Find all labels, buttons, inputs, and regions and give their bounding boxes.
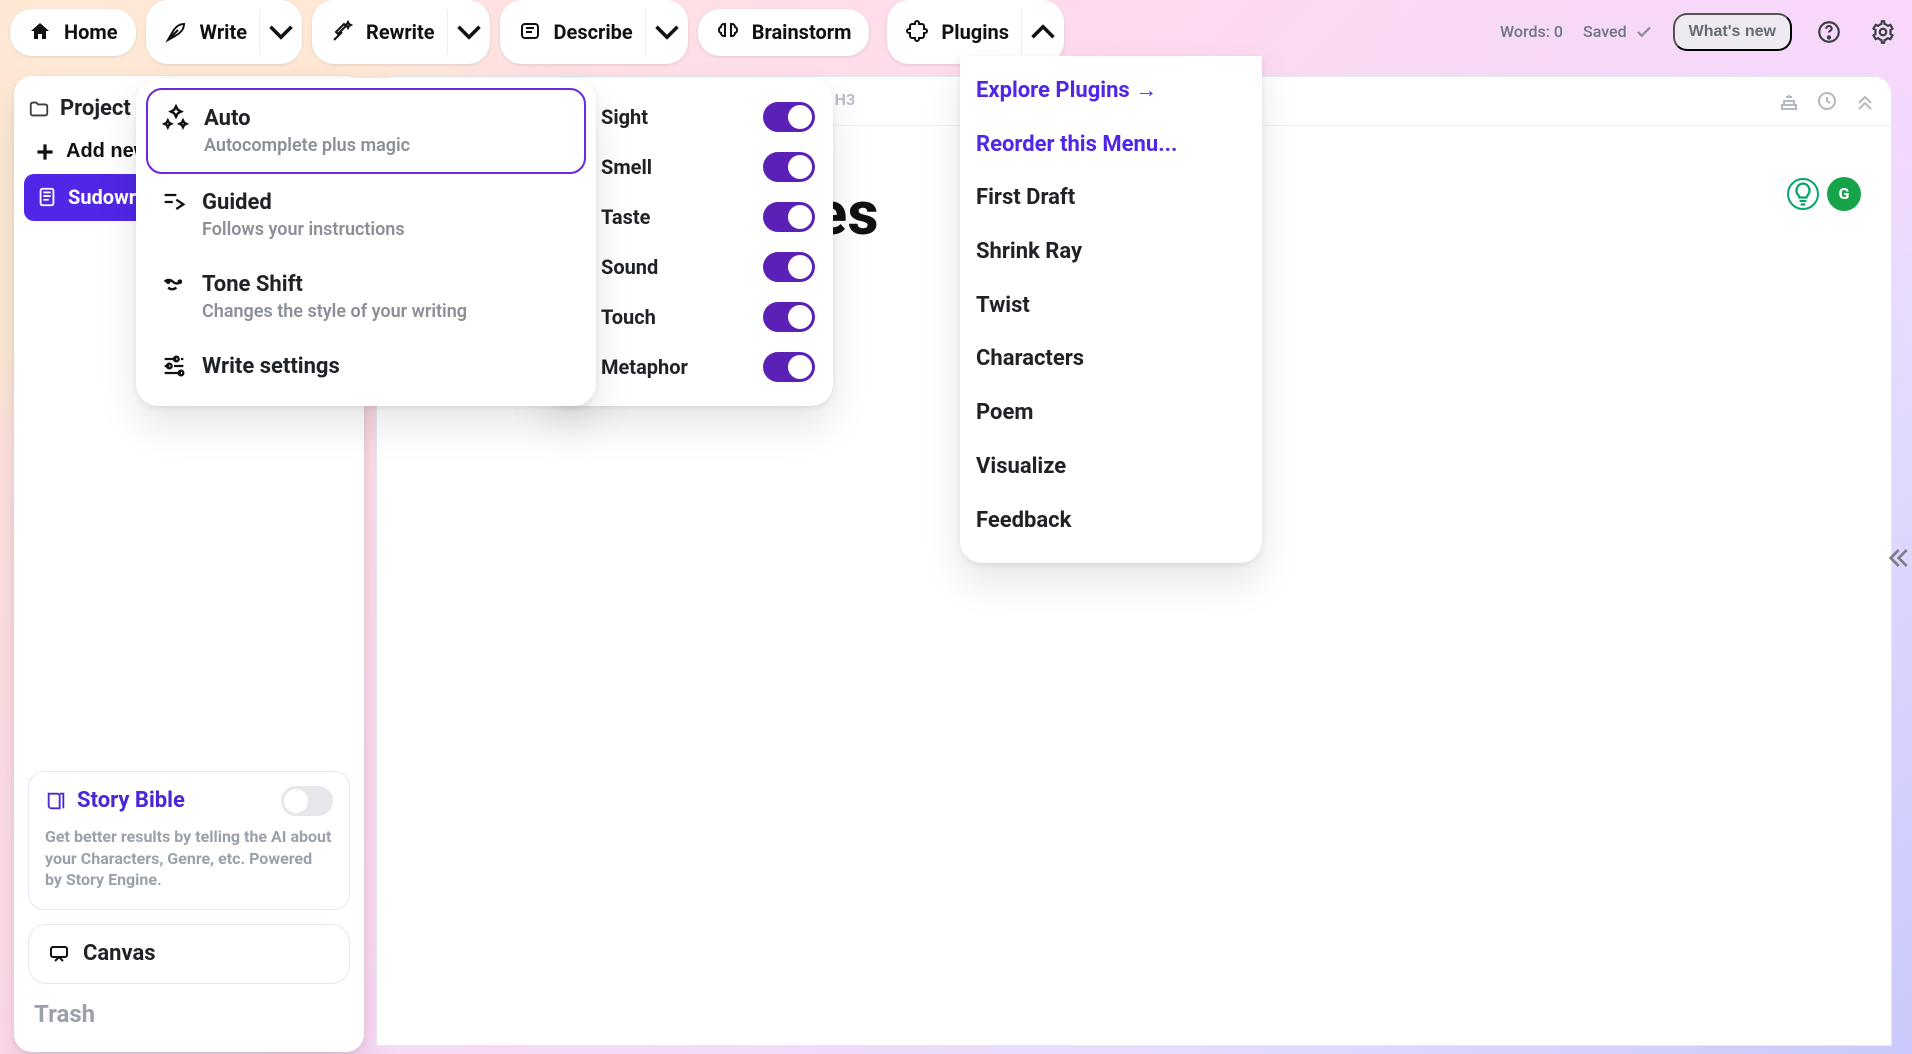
plugin-item[interactable]: Poem bbox=[976, 386, 1246, 440]
feather-icon bbox=[164, 20, 188, 44]
h3-label[interactable]: H3 bbox=[835, 89, 855, 111]
story-bible-title: Story Bible bbox=[77, 786, 185, 816]
sense-row[interactable]: Sight bbox=[559, 92, 819, 142]
plugins-label: Plugins bbox=[941, 19, 1009, 46]
write-chevron[interactable] bbox=[259, 10, 302, 54]
write-menu-item[interactable]: GuidedFollows your instructions bbox=[146, 174, 586, 256]
trash-link[interactable]: Trash bbox=[28, 984, 350, 1044]
sense-row[interactable]: Touch bbox=[559, 292, 819, 342]
write-menu-item[interactable]: AutoAutocomplete plus magic bbox=[146, 88, 586, 174]
write-menu-popover: AutoAutocomplete plus magicGuidedFollows… bbox=[136, 78, 596, 406]
write-item-title: Guided bbox=[202, 188, 405, 218]
explore-plugins-link[interactable]: Explore Plugins → bbox=[976, 64, 1246, 118]
cake-icon[interactable] bbox=[1777, 89, 1801, 113]
saved-label: Saved bbox=[1583, 21, 1627, 43]
write-label: Write bbox=[200, 19, 247, 46]
plus-icon bbox=[32, 139, 58, 165]
sense-toggle[interactable] bbox=[763, 102, 815, 132]
plugin-item[interactable]: Visualize bbox=[976, 440, 1246, 494]
doc-icon bbox=[36, 186, 58, 208]
book-icon bbox=[45, 790, 67, 812]
write-settings-label: Write settings bbox=[202, 352, 340, 382]
brain-icon bbox=[716, 20, 740, 44]
home-label: Home bbox=[64, 19, 118, 46]
whats-new-label: What's new bbox=[1689, 23, 1776, 40]
rewrite-chevron[interactable] bbox=[447, 10, 490, 54]
brainstorm-label: Brainstorm bbox=[752, 19, 852, 46]
write-item-subtitle: Changes the style of your writing bbox=[202, 300, 467, 324]
editor-utility bbox=[1777, 89, 1877, 113]
plugin-item[interactable]: First Draft bbox=[976, 171, 1246, 225]
plugin-item[interactable]: Twist bbox=[976, 279, 1246, 333]
canvas-button[interactable]: Canvas bbox=[28, 924, 350, 984]
story-bible-toggle[interactable] bbox=[281, 786, 333, 816]
sense-label: Touch bbox=[601, 304, 749, 331]
brainstorm-button[interactable]: Brainstorm bbox=[698, 9, 870, 56]
assistant-badges: G bbox=[1787, 177, 1861, 211]
write-settings-item[interactable]: Write settings bbox=[146, 338, 586, 396]
write-item-icon bbox=[162, 104, 190, 132]
rewrite-button[interactable]: Rewrite bbox=[312, 0, 490, 64]
saved-status: Saved bbox=[1583, 21, 1653, 43]
write-item-subtitle: Autocomplete plus magic bbox=[204, 134, 410, 158]
home-icon bbox=[28, 20, 52, 44]
write-item-title: Auto bbox=[204, 104, 410, 134]
plugins-chevron[interactable] bbox=[1021, 10, 1064, 54]
describe-icon bbox=[518, 20, 542, 44]
sense-label: Sound bbox=[601, 254, 749, 281]
home-button[interactable]: Home bbox=[10, 9, 136, 56]
write-menu-item[interactable]: Tone ShiftChanges the style of your writ… bbox=[146, 256, 586, 338]
write-item-subtitle: Follows your instructions bbox=[202, 218, 405, 242]
words-count: 0 bbox=[1554, 22, 1563, 41]
rewrite-label: Rewrite bbox=[366, 19, 435, 46]
grammarly-badge[interactable]: G bbox=[1827, 177, 1861, 211]
sense-label: Sight bbox=[601, 104, 749, 131]
plugin-item[interactable]: Feedback bbox=[976, 494, 1246, 548]
sense-row[interactable]: Metaphor bbox=[559, 342, 819, 392]
write-item-title: Tone Shift bbox=[202, 270, 467, 300]
sense-row[interactable]: Taste bbox=[559, 192, 819, 242]
active-document-label: Sudowr bbox=[68, 184, 136, 211]
canvas-icon bbox=[47, 942, 71, 966]
reorder-menu-link[interactable]: Reorder this Menu... bbox=[976, 118, 1246, 172]
story-bible-card: Story Bible Get better results by tellin… bbox=[28, 771, 350, 910]
plugin-item[interactable]: Shrink Ray bbox=[976, 225, 1246, 279]
clock-icon[interactable] bbox=[1815, 89, 1839, 113]
sense-label: Metaphor bbox=[601, 354, 749, 381]
gear-icon[interactable] bbox=[1866, 15, 1900, 49]
sense-toggle[interactable] bbox=[763, 302, 815, 332]
status-area: Words: 0 Saved What's new bbox=[1500, 13, 1900, 51]
words-label: Words: bbox=[1500, 22, 1550, 41]
sense-toggle[interactable] bbox=[763, 352, 815, 382]
collapse-up-icon[interactable] bbox=[1853, 89, 1877, 113]
puzzle-icon bbox=[905, 20, 929, 44]
canvas-label: Canvas bbox=[83, 939, 156, 969]
folder-icon bbox=[28, 98, 50, 120]
write-button[interactable]: Write bbox=[146, 0, 302, 64]
wand-icon bbox=[330, 20, 354, 44]
sense-row[interactable]: Smell bbox=[559, 142, 819, 192]
plugins-menu-popover: Explore Plugins →Reorder this Menu...Fir… bbox=[960, 56, 1262, 563]
sense-row[interactable]: Sound bbox=[559, 242, 819, 292]
plugin-item[interactable]: Characters bbox=[976, 332, 1246, 386]
plugins-button[interactable]: Plugins bbox=[887, 0, 1064, 64]
sense-label: Smell bbox=[601, 154, 749, 181]
sense-toggle[interactable] bbox=[763, 202, 815, 232]
sense-toggle[interactable] bbox=[763, 252, 815, 282]
whats-new-button[interactable]: What's new bbox=[1673, 13, 1792, 51]
top-toolbar: Home Write Rewrite Describe Brainstor bbox=[0, 0, 1912, 64]
sliders-icon bbox=[160, 352, 188, 380]
sense-toggle[interactable] bbox=[763, 152, 815, 182]
describe-chevron[interactable] bbox=[645, 10, 688, 54]
help-icon[interactable] bbox=[1812, 15, 1846, 49]
right-collapse[interactable] bbox=[1880, 76, 1912, 1040]
write-item-icon bbox=[160, 188, 188, 216]
describe-label: Describe bbox=[554, 19, 633, 46]
describe-button[interactable]: Describe bbox=[500, 0, 688, 64]
sense-label: Taste bbox=[601, 204, 749, 231]
story-bible-desc: Get better results by telling the AI abo… bbox=[45, 826, 333, 891]
write-item-icon bbox=[160, 270, 188, 298]
bulb-badge[interactable] bbox=[1787, 178, 1819, 210]
trash-label: Trash bbox=[34, 1000, 95, 1028]
